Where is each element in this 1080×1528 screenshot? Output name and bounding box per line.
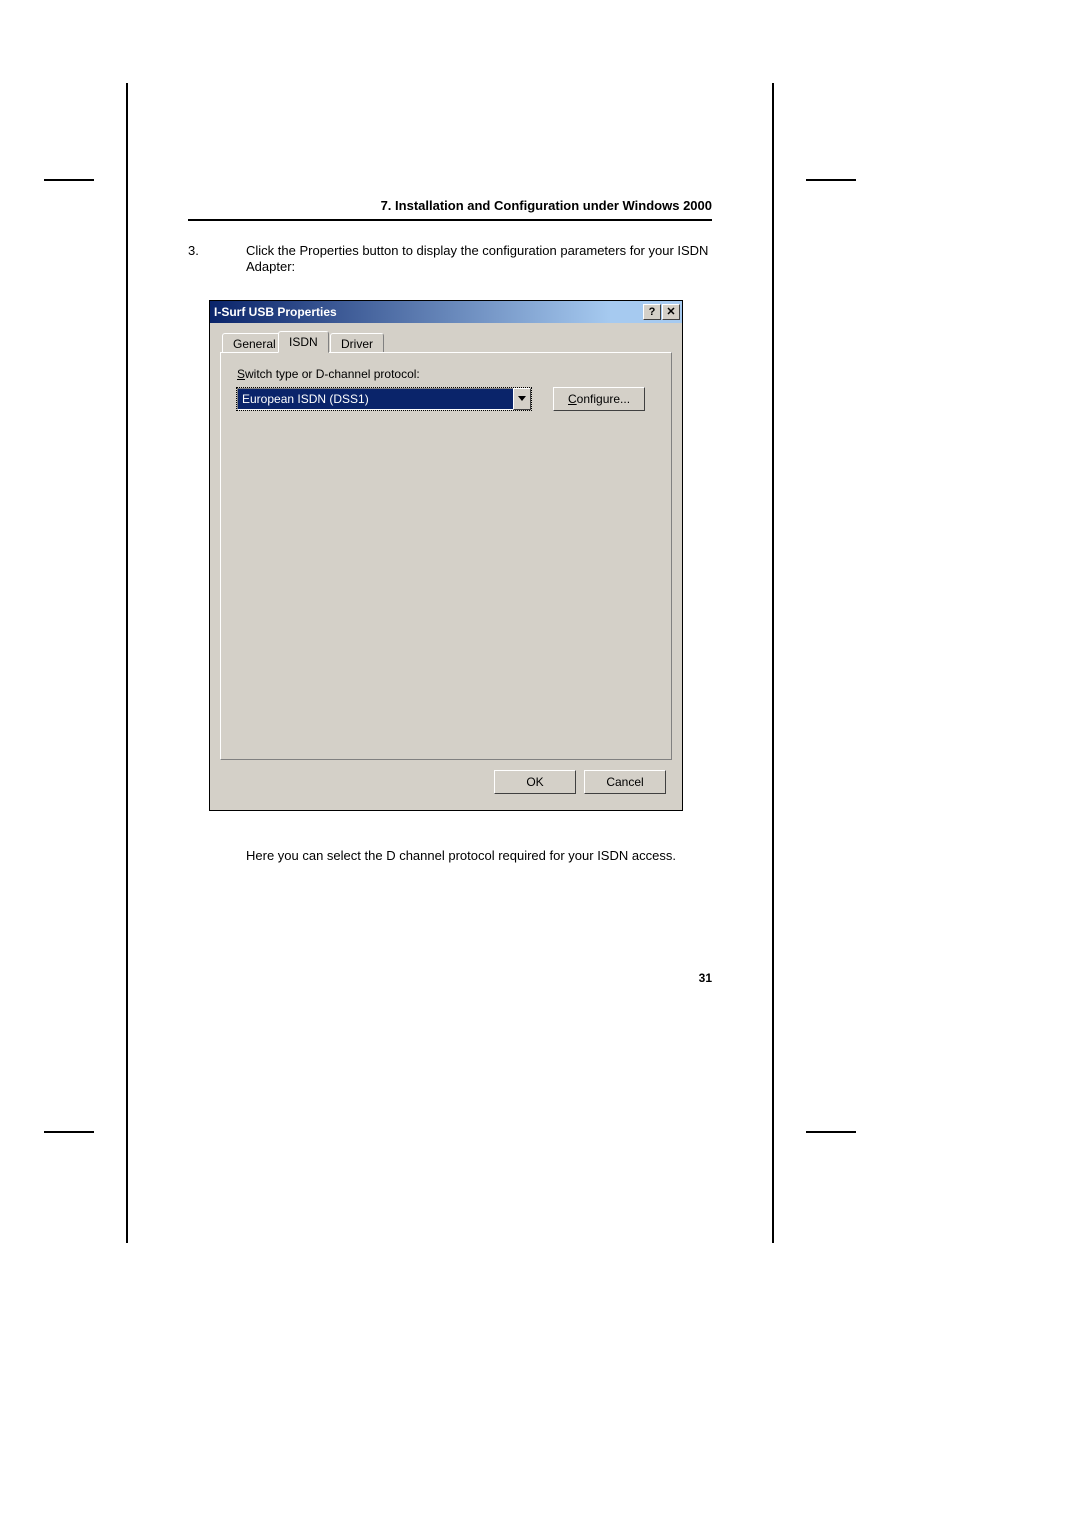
page-content: 7. Installation and Configuration under … (188, 198, 712, 302)
dialog-body: General ISDN Driver Switch type or D-cha… (210, 323, 682, 810)
crop-mark (806, 179, 856, 181)
figure-caption: Here you can select the D channel protoc… (246, 848, 676, 863)
switch-type-label-text: witch type or D-channel protocol: (245, 367, 420, 381)
configure-button-hotkey: C (568, 392, 577, 406)
chevron-down-icon[interactable] (513, 388, 531, 410)
switch-type-value: European ISDN (DSS1) (237, 388, 513, 410)
dialog-button-bar: OK Cancel (220, 760, 672, 800)
tab-driver[interactable]: Driver (330, 333, 384, 353)
crop-mark (44, 179, 94, 181)
crop-mark (806, 1131, 856, 1133)
step-number: 3. (188, 243, 246, 274)
document-page: 7. Installation and Configuration under … (0, 0, 1080, 1528)
section-header: 7. Installation and Configuration under … (188, 198, 712, 221)
ok-button[interactable]: OK (494, 770, 576, 794)
switch-type-row: European ISDN (DSS1) Configure... (237, 387, 655, 411)
instruction-step: 3. Click the Properties button to displa… (188, 243, 712, 274)
crop-mark (44, 1131, 94, 1133)
help-icon[interactable]: ? (643, 304, 661, 320)
cancel-button[interactable]: Cancel (584, 770, 666, 794)
titlebar-buttons: ? ✕ (643, 304, 682, 320)
tab-general[interactable]: General (222, 333, 287, 353)
switch-type-combobox[interactable]: European ISDN (DSS1) (237, 388, 531, 410)
tab-strip: General ISDN Driver (220, 331, 672, 353)
switch-type-label-hotkey: S (237, 367, 245, 381)
configure-button-text: onfigure... (577, 392, 630, 406)
properties-dialog: I-Surf USB Properties ? ✕ General ISDN D… (209, 300, 683, 811)
page-number: 31 (699, 971, 712, 985)
dialog-titlebar[interactable]: I-Surf USB Properties ? ✕ (210, 301, 682, 323)
tab-isdn[interactable]: ISDN (278, 331, 329, 353)
dialog-title: I-Surf USB Properties (214, 305, 643, 319)
tab-pane-isdn: Switch type or D-channel protocol: Europ… (220, 352, 672, 760)
configure-button[interactable]: Configure... (553, 387, 645, 411)
switch-type-label: Switch type or D-channel protocol: (237, 367, 655, 381)
close-icon[interactable]: ✕ (662, 304, 680, 320)
step-text: Click the Properties button to display t… (246, 243, 712, 274)
